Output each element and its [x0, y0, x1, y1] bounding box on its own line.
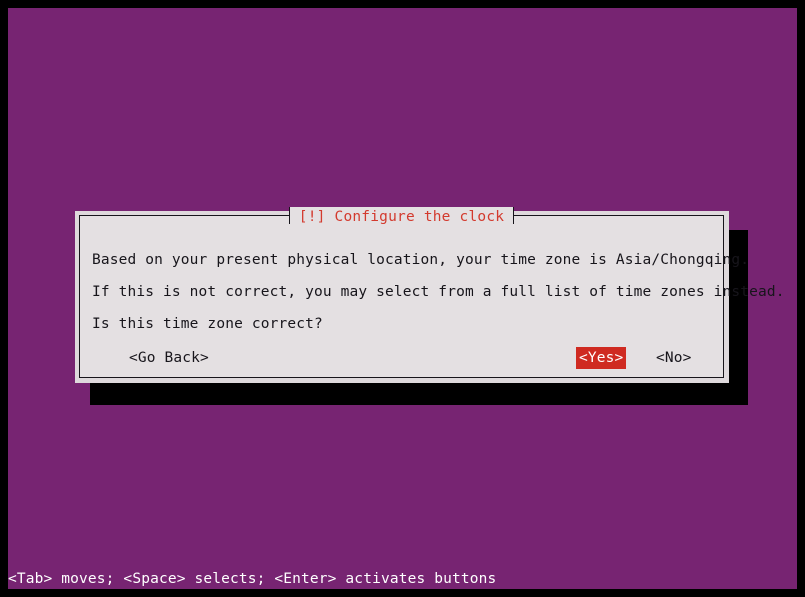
go-back-button[interactable]: <Go Back>: [126, 347, 212, 369]
dialog-text-line-3: Is this time zone correct?: [92, 316, 323, 332]
console-screen: [!] Configure the clock Based on your pr…: [0, 0, 805, 597]
dialog-titlebar: [!] Configure the clock: [80, 207, 723, 225]
status-bar-hint-text: <Tab> moves; <Space> selects; <Enter> ac…: [8, 571, 497, 587]
dialog-body: Based on your present physical location,…: [92, 244, 785, 340]
dialog-title: [!] Configure the clock: [298, 209, 505, 225]
status-bar: <Tab> moves; <Space> selects; <Enter> ac…: [8, 569, 797, 589]
terminal-canvas: [!] Configure the clock Based on your pr…: [8, 8, 797, 589]
dialog-title-box: [!] Configure the clock: [288, 207, 515, 225]
configure-clock-dialog: [!] Configure the clock Based on your pr…: [75, 207, 785, 383]
yes-button[interactable]: <Yes>: [576, 347, 627, 369]
dialog-inner-frame: [!] Configure the clock Based on your pr…: [79, 207, 785, 378]
dialog-button-row: <Go Back> <Yes> <No>: [80, 347, 723, 369]
no-button[interactable]: <No>: [653, 347, 695, 369]
dialog-text-line-1: Based on your present physical location,…: [92, 252, 750, 268]
dialog-text-line-2: If this is not correct, you may select f…: [92, 284, 785, 300]
